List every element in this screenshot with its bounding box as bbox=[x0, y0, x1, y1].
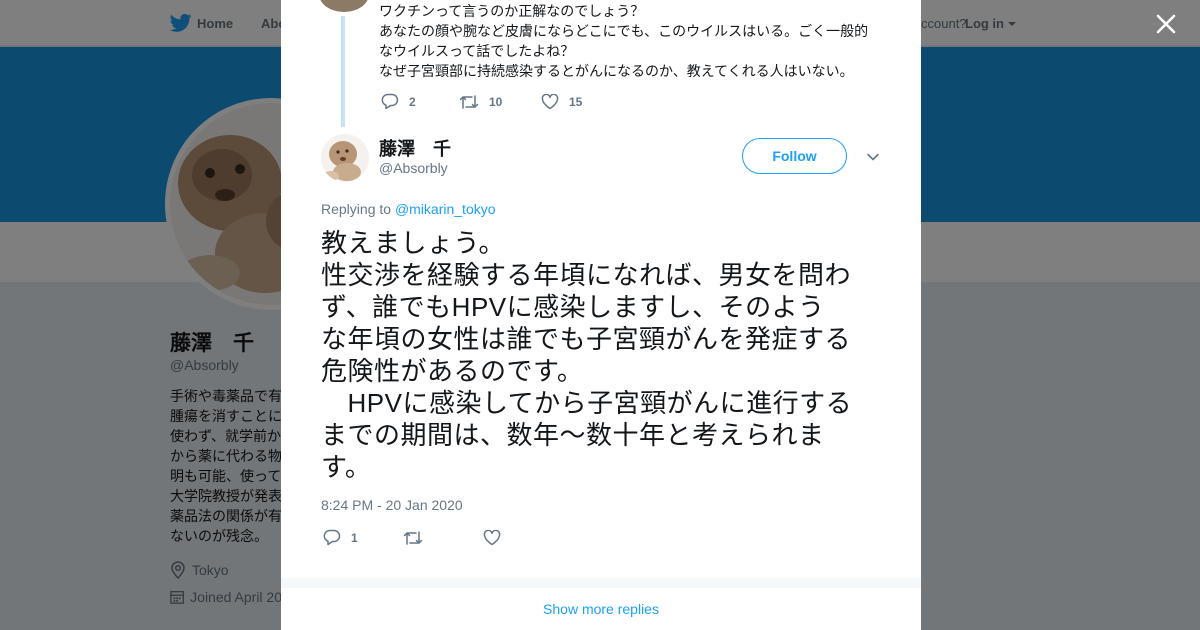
retweet-icon bbox=[459, 94, 479, 109]
close-icon[interactable] bbox=[1154, 12, 1178, 36]
replying-to-mention-link[interactable]: @mikarin_tokyo bbox=[395, 201, 496, 217]
previous-tweet-text: ワクチンって言うのか正解なのでしょう？ あなたの顔や腕など皮膚にならどこにでも、… bbox=[379, 1, 899, 81]
previous-tweet-line: なウイルスって話でしたよね？ bbox=[379, 43, 575, 59]
like-count: 15 bbox=[569, 94, 583, 109]
reply-icon bbox=[323, 529, 341, 546]
reply-count: 2 bbox=[409, 94, 416, 109]
tweet-text: 教えましょう。 性交渉を経験する年頃になれば、男女を問わ ず、誰でもHPVに感染… bbox=[321, 227, 891, 483]
reply-button[interactable]: 2 bbox=[381, 93, 459, 110]
follow-button[interactable]: Follow bbox=[742, 138, 847, 174]
reply-count: 1 bbox=[351, 530, 358, 545]
tweet-text-line: す。 bbox=[321, 452, 372, 482]
tweet-timestamp[interactable]: 8:24 PM - 20 Jan 2020 bbox=[321, 497, 463, 513]
replying-to-label: Replying to bbox=[321, 201, 392, 217]
tweet-author-name[interactable]: 藤澤 千 bbox=[379, 135, 451, 161]
heart-icon bbox=[483, 529, 501, 545]
like-button[interactable]: 15 bbox=[541, 93, 583, 110]
thread-connector-line bbox=[341, 16, 345, 127]
tweet-text-line: な年頃の女性は誰でも子宮頸がんを発症する bbox=[321, 324, 852, 354]
tweet-author-handle[interactable]: @Absorbly bbox=[379, 160, 448, 176]
lion-cub-photo bbox=[321, 134, 369, 182]
previous-tweet-line: あなたの顔や腕など皮膚にならどこにでも、このウイルスはいる。ごく一般的 bbox=[379, 23, 869, 39]
previous-tweet-actions: 2 10 15 bbox=[381, 93, 582, 110]
retweet-button[interactable] bbox=[403, 530, 483, 546]
heart-icon bbox=[541, 93, 559, 109]
retweet-count: 10 bbox=[489, 94, 503, 109]
tweet-permalink-modal: ワクチンって言うのか正解なのでしょう？ あなたの顔や腕など皮膚にならどこにでも、… bbox=[281, 0, 921, 630]
chevron-down-icon[interactable] bbox=[866, 151, 880, 163]
previous-tweet-avatar[interactable] bbox=[319, 0, 369, 12]
tweet-actions: 1 bbox=[323, 529, 511, 546]
tweet-text-line: 危険性があるのです。 bbox=[321, 356, 584, 386]
reply-button[interactable]: 1 bbox=[323, 529, 403, 546]
retweet-button[interactable]: 10 bbox=[459, 94, 541, 110]
retweet-icon bbox=[403, 530, 423, 545]
show-more-replies-button[interactable]: Show more replies bbox=[281, 588, 921, 630]
tweet-author-avatar[interactable] bbox=[321, 134, 369, 182]
previous-tweet-line: なぜ子宮頸部に持続感染するとがんになるのか、教えてくれる人はいない。 bbox=[379, 63, 854, 79]
tweet-text-line: HPVに感染してから子宮頸がんに進行する bbox=[321, 388, 853, 418]
replying-to-context: Replying to @mikarin_tokyo bbox=[321, 201, 496, 217]
reply-icon bbox=[381, 93, 399, 110]
like-button[interactable] bbox=[483, 529, 511, 546]
tweet-text-line: 性交渉を経験する年頃になれば、男女を問わ bbox=[321, 260, 852, 290]
tweet-text-line: 教えましょう。 bbox=[321, 228, 505, 258]
tweet-text-line: までの期間は、数年～数十年と考えられま bbox=[321, 420, 825, 450]
previous-tweet-line: ワクチンって言うのか正解なのでしょう？ bbox=[379, 3, 645, 19]
tweet-text-line: ず、誰でもHPVに感染しますし、そのよう bbox=[321, 292, 825, 322]
